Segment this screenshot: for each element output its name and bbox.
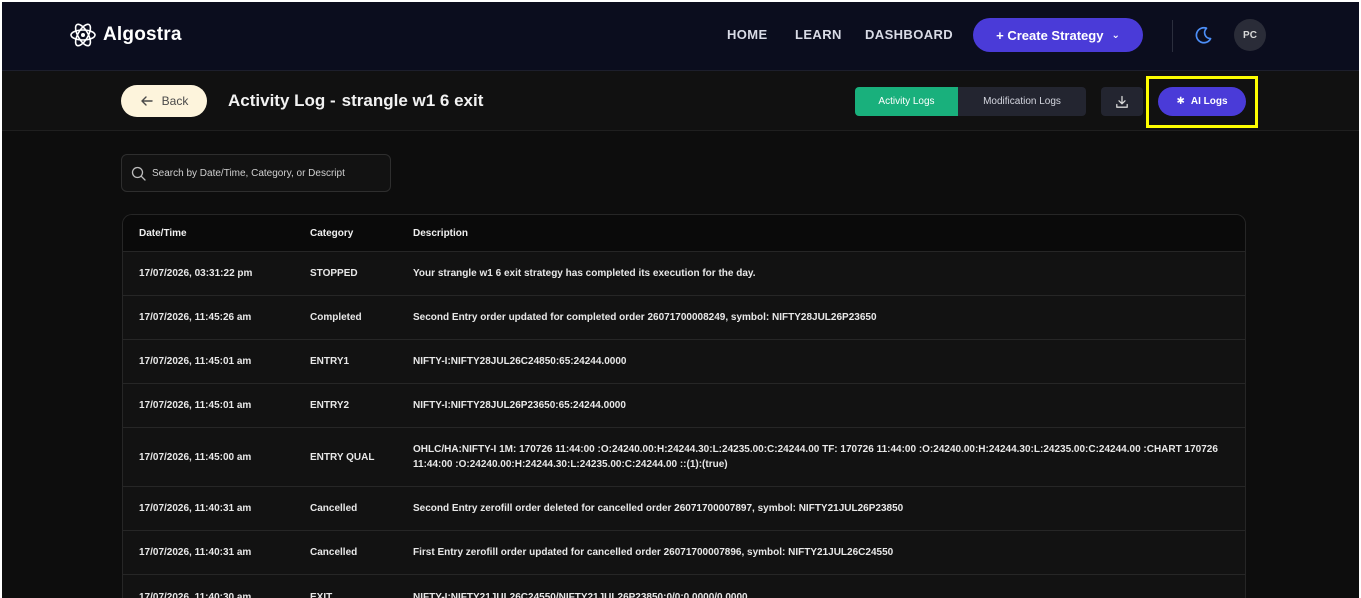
cell-description: NIFTY-I:NIFTY28JUL26P23650:65:24244.0000	[413, 400, 626, 411]
cell-category: Completed	[310, 312, 362, 323]
chevron-down-icon: ⌄	[1111, 29, 1120, 41]
cell-description: Second Entry order updated for completed…	[413, 312, 877, 323]
atom-logo-icon	[70, 23, 96, 47]
avatar[interactable]: PC	[1234, 19, 1266, 51]
back-label: Back	[161, 94, 189, 108]
ai-logs-button[interactable]: ✱ AI Logs	[1158, 87, 1246, 116]
moon-icon[interactable]	[1192, 24, 1214, 46]
strategy-name: strangle w1 6 exit	[341, 91, 484, 110]
cell-datetime: 17/07/2026, 11:45:01 am	[139, 356, 252, 367]
table-row: 17/07/2026, 03:31:22 pm STOPPED Your str…	[123, 251, 1245, 295]
nav-dashboard-link[interactable]: DASHBOARD	[865, 27, 953, 42]
cell-category: ENTRY QUAL	[310, 451, 375, 463]
table-header: Date/Time Category Description	[123, 215, 1245, 251]
tab-activity-logs[interactable]: Activity Logs	[855, 87, 958, 116]
cell-description: First Entry zerofill order updated for c…	[413, 547, 894, 558]
download-icon	[1116, 95, 1128, 108]
nav-home-link[interactable]: HOME	[727, 27, 768, 42]
table-row: 17/07/2026, 11:45:01 am ENTRY2 NIFTY-I:N…	[123, 383, 1245, 427]
page-title: Activity Log - strangle w1 6 exit	[228, 91, 483, 111]
cell-datetime: 17/07/2026, 11:45:00 am	[139, 451, 252, 463]
sparkle-icon: ✱	[1176, 96, 1185, 107]
cell-description: Second Entry zerofill order deleted for …	[413, 503, 904, 514]
log-type-toggle: Activity Logs Modification Logs	[855, 87, 1086, 116]
header-description: Description	[413, 227, 469, 239]
cell-category: ENTRY2	[310, 400, 350, 411]
arrow-left-icon	[140, 96, 153, 106]
cell-description: NIFTY-I:NIFTY28JUL26C24850:65:24244.0000	[413, 356, 627, 367]
activity-log-table: Date/Time Category Description 17/07/202…	[122, 214, 1246, 598]
search-icon	[131, 166, 146, 181]
cell-category: STOPPED	[310, 268, 358, 279]
cell-description: NIFTY-I:NIFTY21JUL26C24550/NIFTY21JUL26P…	[413, 592, 748, 598]
cell-datetime: 17/07/2026, 11:45:26 am	[139, 312, 252, 323]
search-box	[121, 154, 391, 192]
table-row: 17/07/2026, 11:40:30 am EXIT NIFTY-I:NIF…	[123, 574, 1245, 598]
title-prefix: Activity Log -	[228, 91, 336, 110]
cell-datetime: 17/07/2026, 11:40:31 am	[139, 547, 252, 558]
nav-divider	[1172, 20, 1173, 52]
header-datetime: Date/Time	[139, 227, 187, 239]
tab-modification-logs[interactable]: Modification Logs	[958, 87, 1086, 116]
cell-datetime: 17/07/2026, 11:40:31 am	[139, 503, 252, 514]
back-button[interactable]: Back	[121, 85, 207, 117]
create-strategy-label: + Create Strategy	[996, 27, 1104, 43]
cell-category: Cancelled	[310, 503, 358, 514]
table-row: 17/07/2026, 11:40:31 am Cancelled Second…	[123, 486, 1245, 530]
ai-logs-label: AI Logs	[1190, 96, 1228, 107]
table-row: 17/07/2026, 11:40:31 am Cancelled First …	[123, 530, 1245, 574]
cell-description: OHLC/HA:NIFTY-I 1M: 170726 11:44:00 :O:2…	[413, 444, 1218, 470]
header-category: Category	[310, 227, 354, 239]
brand-name: Algostra	[103, 24, 182, 45]
create-strategy-button[interactable]: + Create Strategy ⌄	[973, 18, 1143, 52]
search-input[interactable]	[152, 167, 382, 179]
cell-description: Your strangle w1 6 exit strategy has com…	[413, 268, 756, 279]
cell-datetime: 17/07/2026, 11:45:01 am	[139, 400, 252, 411]
table-row: 17/07/2026, 11:45:00 am ENTRY QUAL OHLC/…	[123, 427, 1245, 486]
cell-datetime: 17/07/2026, 11:40:30 am	[139, 592, 252, 598]
cell-category: ENTRY1	[310, 356, 350, 367]
cell-datetime: 17/07/2026, 03:31:22 pm	[139, 268, 253, 279]
cell-category: Cancelled	[310, 547, 358, 558]
download-button[interactable]	[1101, 87, 1143, 116]
page-header-bar: Back Activity Log - strangle w1 6 exit Ac…	[2, 71, 1359, 131]
table-row: 17/07/2026, 11:45:01 am ENTRY1 NIFTY-I:N…	[123, 339, 1245, 383]
nav-learn-link[interactable]: LEARN	[795, 27, 842, 42]
table-row: 17/07/2026, 11:45:26 am Completed Second…	[123, 295, 1245, 339]
cell-category: EXIT	[310, 592, 333, 598]
top-navbar: Algostra HOME LEARN DASHBOARD + Create S…	[2, 0, 1359, 71]
brand-logo[interactable]: Algostra	[69, 21, 182, 49]
